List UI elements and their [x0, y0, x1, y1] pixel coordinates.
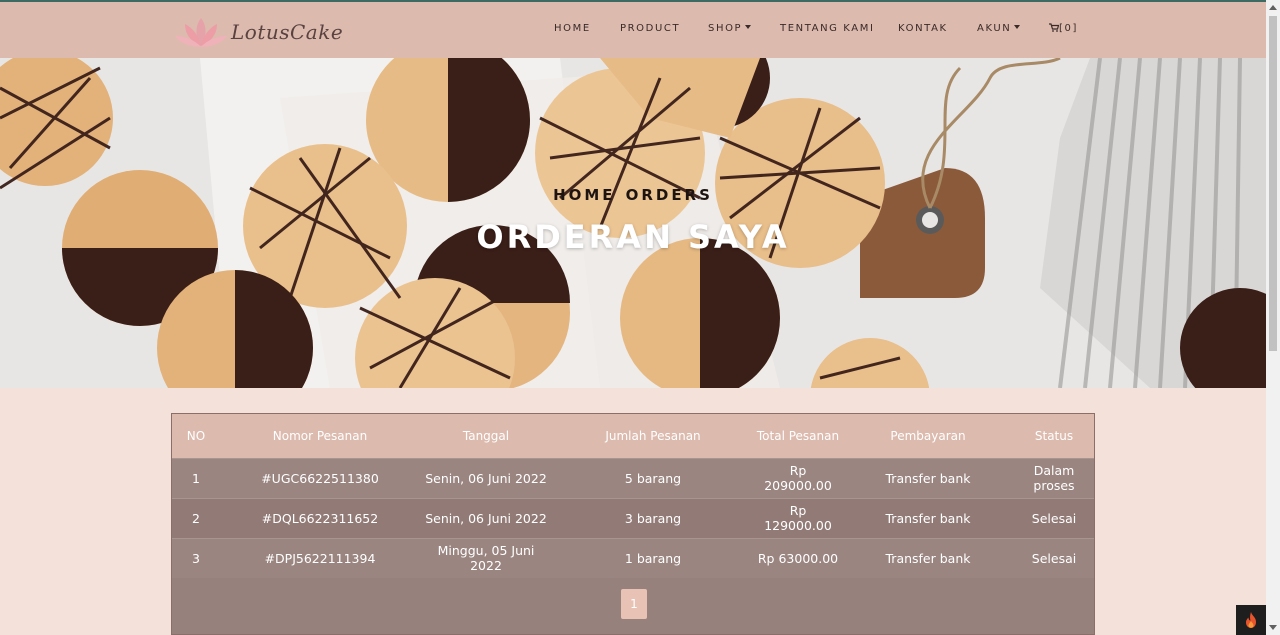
nav-akun-label: AKUN: [977, 23, 1012, 34]
cell-order-number[interactable]: #DPJ5622111394: [220, 537, 420, 578]
caret-down-icon: [745, 25, 752, 29]
navbar: LotusCake HOME PRODUCT SHOP TENTANG KAMI…: [0, 2, 1266, 58]
table-row[interactable]: 1 #UGC6622511380 Senin, 06 Juni 2022 5 b…: [172, 457, 1094, 498]
breadcrumb: HOME ORDERS: [0, 186, 1266, 204]
cell-order-number[interactable]: #UGC6622511380: [220, 457, 420, 498]
cell-payment: Transfer bank: [842, 497, 1014, 538]
cell-quantity: 1 barang: [552, 537, 754, 578]
orders-table: NO Nomor Pesanan Tanggal Jumlah Pesanan …: [171, 413, 1095, 635]
col-total-pesanan: Total Pesanan: [756, 428, 840, 443]
scroll-down-arrow-icon[interactable]: [1269, 625, 1277, 630]
cell-quantity: 5 barang: [552, 457, 754, 498]
hero-banner: HOME ORDERS ORDERAN SAYA: [0, 58, 1266, 388]
cell-payment: Transfer bank: [842, 457, 1014, 498]
nav-kontak[interactable]: KONTAK: [898, 23, 948, 34]
orders-grid: NO Nomor Pesanan Tanggal Jumlah Pesanan …: [172, 414, 1094, 578]
nav-home[interactable]: HOME: [554, 23, 591, 34]
table-row[interactable]: 2 #DQL6622311652 Senin, 06 Juni 2022 3 b…: [172, 497, 1094, 538]
caret-down-icon: [1014, 25, 1021, 29]
col-status: Status: [1034, 428, 1074, 443]
cart-icon: [1049, 23, 1060, 32]
cell-date: Senin, 06 Juni 2022: [420, 457, 552, 498]
cart-count: [0]: [1059, 23, 1078, 34]
table-header-row: NO Nomor Pesanan Tanggal Jumlah Pesanan …: [172, 414, 1094, 458]
cell-order-number[interactable]: #DQL6622311652: [220, 497, 420, 538]
nav-product[interactable]: PRODUCT: [620, 23, 680, 34]
floating-widget-button[interactable]: [1236, 605, 1266, 635]
breadcrumb-home[interactable]: HOME: [553, 186, 615, 204]
col-nomor-pesanan: Nomor Pesanan: [272, 428, 368, 443]
col-tanggal: Tanggal: [462, 428, 510, 443]
breadcrumb-current: ORDERS: [625, 186, 713, 204]
pagination-page-1[interactable]: 1: [621, 589, 647, 619]
nav-shop-label: SHOP: [708, 23, 743, 34]
page-title: ORDERAN SAYA: [476, 218, 790, 256]
cell-no: 3: [172, 537, 220, 578]
scroll-thumb[interactable]: [1269, 16, 1277, 351]
col-jumlah-pesanan: Jumlah Pesanan: [605, 428, 701, 443]
page-scrollbar[interactable]: [1266, 0, 1280, 635]
cell-status: Selesai: [1014, 537, 1094, 578]
main-nav: HOME PRODUCT SHOP TENTANG KAMI KONTAK AK…: [0, 2, 1266, 58]
cell-quantity: 3 barang: [552, 497, 754, 538]
cell-no: 1: [172, 457, 220, 498]
flame-icon: [1246, 612, 1256, 628]
nav-shop[interactable]: SHOP: [708, 23, 752, 34]
cell-date: Minggu, 05 Juni 2022: [420, 537, 552, 578]
scroll-up-arrow-icon[interactable]: [1269, 5, 1277, 10]
cell-total: Rp 209000.00: [754, 457, 842, 498]
nav-akun[interactable]: AKUN: [977, 23, 1021, 34]
cell-total: Rp 129000.00: [754, 497, 842, 538]
cell-total: Rp 63000.00: [754, 537, 842, 578]
cell-no: 2: [172, 497, 220, 538]
cell-date: Senin, 06 Juni 2022: [420, 497, 552, 538]
nav-tentang-kami[interactable]: TENTANG KAMI: [780, 23, 875, 34]
col-no: NO: [186, 428, 206, 443]
cell-payment: Transfer bank: [842, 537, 1014, 578]
cell-status: Dalam proses: [1014, 457, 1094, 498]
nav-cart[interactable]: [0]: [1049, 23, 1078, 34]
col-pembayaran: Pembayaran: [890, 428, 966, 443]
cell-status: Selesai: [1014, 497, 1094, 538]
table-row[interactable]: 3 #DPJ5622111394 Minggu, 05 Juni 2022 1 …: [172, 537, 1094, 578]
